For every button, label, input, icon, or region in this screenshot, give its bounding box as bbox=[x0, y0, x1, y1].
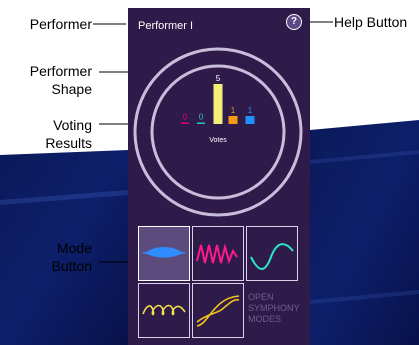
vote-bar-3 bbox=[213, 84, 223, 124]
performer-shape[interactable]: 0 0 5 1 1 Votes bbox=[128, 8, 310, 228]
open-label-line1: OPEN bbox=[248, 292, 274, 302]
callout-performer-shape-line1: Performer bbox=[29, 63, 92, 79]
callout-performer-shape: Performer Shape bbox=[8, 62, 92, 98]
mode-button-teal-sine[interactable] bbox=[246, 226, 298, 281]
voting-results-chart: 0 0 5 1 1 bbox=[181, 74, 255, 124]
callout-help-text: Help Button bbox=[334, 14, 408, 30]
crossing-waves-icon bbox=[196, 295, 240, 327]
vote-bar-2 bbox=[197, 122, 205, 124]
callout-mode-line2: Button bbox=[51, 258, 92, 274]
lens-icon bbox=[143, 247, 185, 258]
open-symphony-modes-label[interactable]: OPEN SYMPHONY MODES bbox=[248, 292, 308, 325]
vote-bar-4 bbox=[228, 116, 238, 124]
sine-wave-icon bbox=[250, 243, 294, 270]
callout-voting-line2: Results bbox=[45, 135, 92, 151]
loop-wave-icon bbox=[142, 304, 186, 316]
callout-mode-button: Mode Button bbox=[8, 239, 92, 275]
screenshot-stage: Performer Performer Shape Voting Results… bbox=[0, 0, 419, 345]
open-label-line3: MODES bbox=[248, 314, 282, 324]
vote-count-1: 0 bbox=[183, 113, 188, 122]
open-label-line2: SYMPHONY bbox=[248, 303, 300, 313]
mode-grid: OPEN SYMPHONY MODES bbox=[138, 226, 300, 341]
callout-voting-line1: Voting bbox=[53, 117, 92, 133]
zigzag-wave-icon bbox=[196, 243, 238, 265]
mode-button-blue-lens[interactable] bbox=[138, 226, 190, 281]
performer-panel: Performer I ? 00511 Votes OPEN SYMPHONY … bbox=[128, 8, 310, 345]
vote-bar-5 bbox=[245, 116, 255, 124]
callout-performer: Performer bbox=[8, 15, 92, 33]
vote-count-5: 1 bbox=[248, 106, 253, 115]
mode-button-yellow-loops[interactable] bbox=[138, 283, 190, 338]
callout-mode-line1: Mode bbox=[56, 240, 92, 256]
callout-help-button: Help Button bbox=[334, 13, 418, 31]
vote-bar-1 bbox=[181, 122, 189, 124]
vote-count-3: 5 bbox=[216, 74, 221, 83]
callout-voting-results: Voting Results bbox=[8, 116, 92, 152]
mode-button-yellow-crossing[interactable] bbox=[192, 283, 244, 338]
votes-label: Votes bbox=[209, 137, 227, 144]
vote-count-4: 1 bbox=[231, 106, 236, 115]
callout-performer-text: Performer bbox=[29, 16, 92, 32]
vote-count-2: 0 bbox=[199, 113, 204, 122]
mode-button-magenta-zigzag[interactable] bbox=[192, 226, 244, 281]
callout-performer-shape-line2: Shape bbox=[51, 81, 92, 97]
